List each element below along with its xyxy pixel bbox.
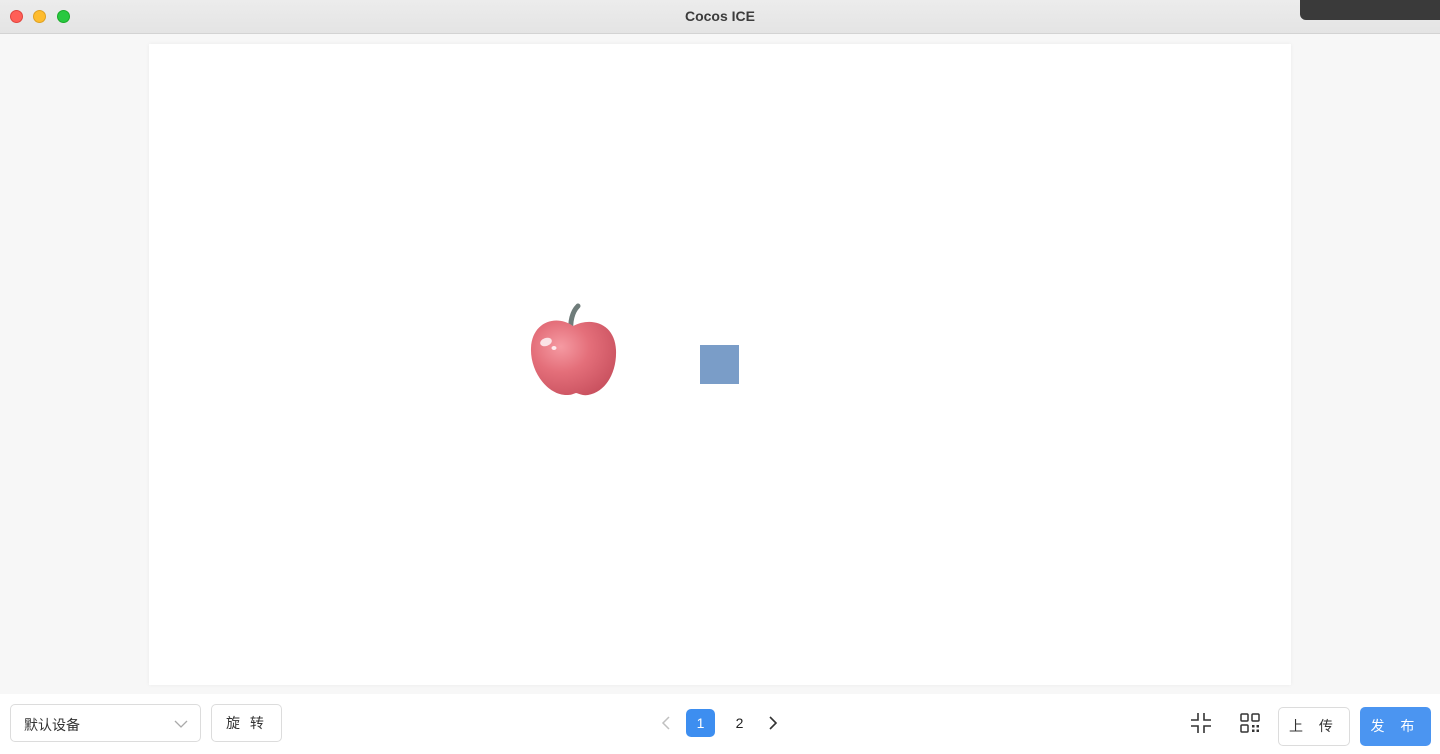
device-select[interactable]: 默认设备 bbox=[10, 704, 201, 742]
corner-overlay bbox=[1300, 0, 1440, 20]
page-2-button[interactable]: 2 bbox=[725, 709, 754, 737]
device-select-value: 默认设备 bbox=[24, 717, 80, 733]
bottom-toolbar: 默认设备 旋 转 1 2 上 传 发 布 bbox=[0, 694, 1440, 754]
blue-square-sprite bbox=[700, 345, 739, 384]
shrink-icon[interactable] bbox=[1190, 712, 1212, 734]
publish-button[interactable]: 发 布 bbox=[1360, 707, 1431, 746]
upload-button[interactable]: 上 传 bbox=[1278, 707, 1350, 746]
chevron-left-icon[interactable] bbox=[658, 715, 674, 731]
rotate-button[interactable]: 旋 转 bbox=[211, 704, 282, 742]
window-title: Cocos ICE bbox=[684, 8, 755, 24]
title-bar: Cocos ICE bbox=[0, 0, 1440, 34]
chevron-right-icon[interactable] bbox=[765, 715, 781, 731]
page-1-button[interactable]: 1 bbox=[686, 709, 715, 737]
apple-icon bbox=[530, 303, 617, 396]
chevron-down-icon bbox=[174, 720, 188, 728]
qr-code-icon[interactable] bbox=[1239, 712, 1261, 734]
preview-stage bbox=[149, 44, 1291, 685]
